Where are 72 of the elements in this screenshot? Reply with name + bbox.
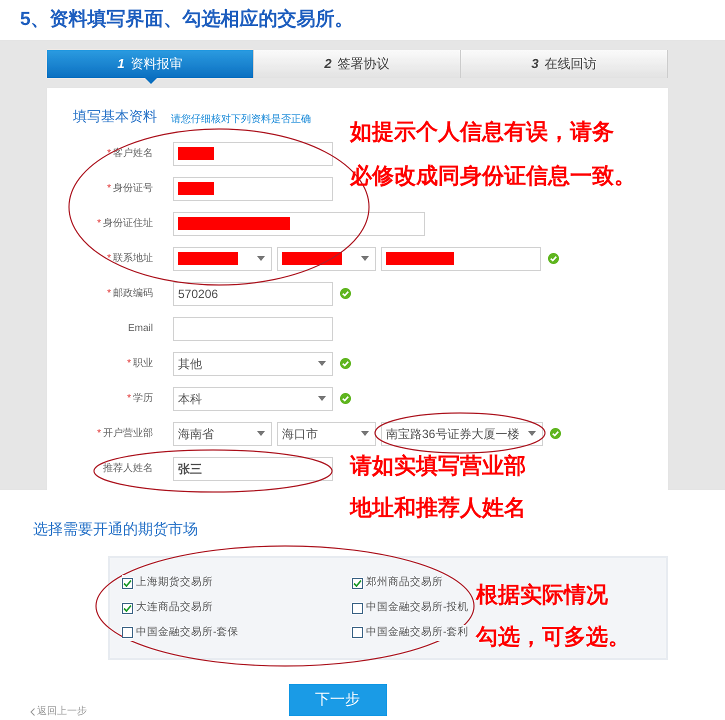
annotation-text: 根据实际情况 [476,581,609,609]
dropdown[interactable]: 海口市 [277,422,376,446]
required-mark: * [127,357,131,371]
required-mark: * [97,427,101,441]
required-mark: * [107,287,111,301]
step-tab[interactable]: 2 签署协议 [254,50,461,78]
field-label: 邮政编码 [113,286,153,301]
annotation-text: 请如实填写营业部 [350,452,526,480]
input-field[interactable] [173,316,333,340]
field-label: 职业 [133,356,153,371]
market-checkbox[interactable]: 中国金融交易所-投机 [352,600,468,616]
field-label: 身份证住址 [103,216,153,231]
checkbox[interactable] [352,602,363,614]
field-label: 联系地址 [113,252,153,266]
field-label: 身份证号 [113,182,153,196]
dropdown[interactable]: 南宝路36号证券大厦一楼 [381,422,543,446]
checkbox[interactable] [122,602,133,614]
field-label: Email [128,322,153,336]
market-checkbox[interactable]: 上海期货交易所 [122,575,213,592]
input-field[interactable] [173,176,333,200]
dropdown[interactable]: 本科 [173,386,333,410]
caret-icon [318,396,326,401]
field-label: 开户营业部 [103,426,153,441]
caret-icon [257,256,265,261]
check-icon [123,578,132,588]
input-field[interactable]: 张三 [173,456,333,480]
step-tab[interactable]: 1 资料报审 [47,50,254,78]
caret-icon [318,361,326,366]
chevron-left-icon [30,708,35,716]
market-checkbox[interactable]: 大连商品交易所 [122,600,213,616]
caret-icon [257,431,265,436]
checkbox[interactable] [352,627,363,638]
checkbox[interactable] [352,578,363,589]
annotation-text: 如提示个人信息有误，请务 [350,118,615,146]
checkbox[interactable] [122,578,133,589]
page-heading: 5、资料填写界面、勾选相应的交易所。 [20,8,354,32]
dropdown[interactable] [173,246,272,270]
caret-icon [361,256,369,261]
field-label: 客户姓名 [113,146,153,161]
dropdown[interactable]: 其他 [173,352,333,376]
dropdown[interactable] [277,246,376,270]
section-title: 选择需要开通的期货市场 [33,521,198,538]
market-checkbox[interactable]: 中国金融交易所-套利 [352,624,468,641]
check-icon [353,578,362,588]
input-field[interactable]: 570206 [173,282,333,306]
check-icon [548,253,559,264]
check-icon [340,358,351,369]
check-icon [123,604,132,612]
market-checkbox[interactable]: 中国金融交易所-套保 [122,624,238,641]
input-field[interactable] [381,246,541,270]
input-field[interactable] [173,142,333,166]
input-field[interactable] [173,212,425,236]
dropdown[interactable]: 海南省 [173,422,272,446]
required-mark: * [97,217,101,231]
caret-icon [361,431,369,436]
check-icon [550,428,561,439]
hint-text: 请您仔细核对下列资料是否正确 [171,112,311,127]
required-mark: * [107,147,111,161]
checkbox[interactable] [122,627,133,638]
required-mark: * [127,392,131,406]
field-label: 学历 [133,392,153,406]
required-mark: * [107,182,111,196]
caret-icon [528,431,536,436]
field-label: 推荐人姓名 [103,462,153,476]
check-icon [340,288,351,299]
check-icon [340,393,351,404]
market-checkbox[interactable]: 郑州商品交易所 [352,575,443,592]
required-mark: * [107,252,111,266]
annotation-text: 勾选，可多选。 [476,623,630,651]
annotation-text: 地址和推荐人姓名 [350,494,526,522]
step-tab[interactable]: 3 在线回访 [461,50,668,78]
section-title: 填写基本资料 [73,107,157,126]
